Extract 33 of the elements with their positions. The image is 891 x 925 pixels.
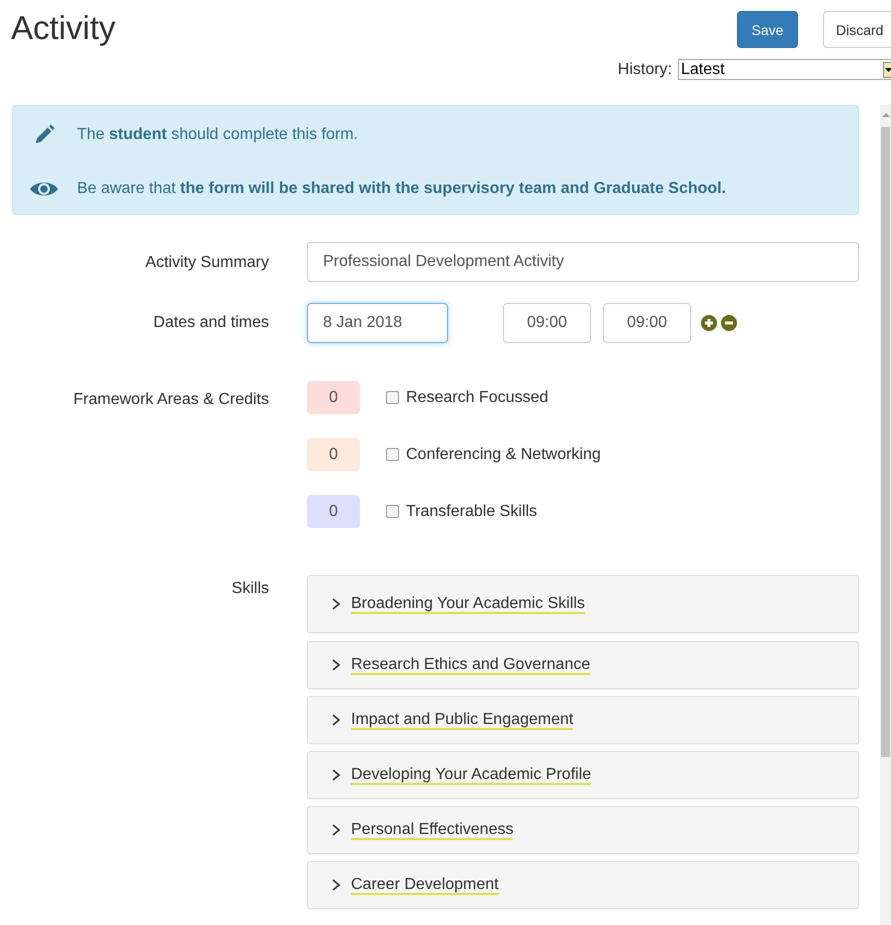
history-dropdown[interactable]: Latest: [678, 59, 891, 80]
text-field[interactable]: Professional Development Activity: [307, 242, 859, 282]
field-label: Skills: [230, 579, 270, 599]
time-field[interactable]: 09:00: [603, 303, 691, 343]
section-link[interactable]: Research Ethics and Governance: [351, 656, 590, 674]
notice-text: The student should complete this form.: [77, 126, 358, 144]
section-link[interactable]: Impact and Public Engagement: [351, 710, 574, 730]
date-field[interactable]: 8 Jan 2018: [307, 303, 448, 343]
credit-count: 0: [307, 495, 360, 528]
section-link[interactable]: Career Development: [351, 876, 499, 894]
section-link[interactable]: Personal Effectiveness: [351, 820, 514, 840]
notice-text: Be aware that the form will be shared with the supervisory team and Graduate School.: [77, 180, 726, 198]
discard-button[interactable]: Discard: [823, 11, 891, 48]
page-title: Activity: [11, 9, 116, 47]
checkbox-label: Research Focussed: [406, 388, 548, 406]
credit-count: 0: [307, 438, 360, 471]
credit-count: 0: [307, 381, 360, 414]
accordion-header[interactable]: Impact and Public Engagement: [307, 696, 859, 744]
history-label: History:: [618, 60, 672, 78]
field-label: Framework Areas & Credits: [72, 390, 270, 410]
accordion-header[interactable]: Broadening Your Academic Skills: [307, 575, 859, 633]
save-button[interactable]: Save: [737, 11, 798, 48]
accordion-header[interactable]: Research Ethics and Governance: [307, 641, 859, 689]
time-field[interactable]: 09:00: [503, 303, 591, 343]
section-link[interactable]: Developing Your Academic Profile: [351, 766, 592, 784]
checkbox-label: Conferencing & Networking: [406, 446, 601, 464]
accordion-header[interactable]: Career Development: [307, 861, 859, 909]
field-label: Activity Summary: [144, 253, 270, 273]
field-label: Dates and times: [152, 313, 270, 333]
checkbox-label: Transferable Skills: [406, 502, 538, 520]
section-link[interactable]: Broadening Your Academic Skills: [351, 594, 585, 614]
accordion-header[interactable]: Personal Effectiveness: [307, 806, 859, 854]
accordion-header[interactable]: Developing Your Academic Profile: [307, 751, 859, 799]
